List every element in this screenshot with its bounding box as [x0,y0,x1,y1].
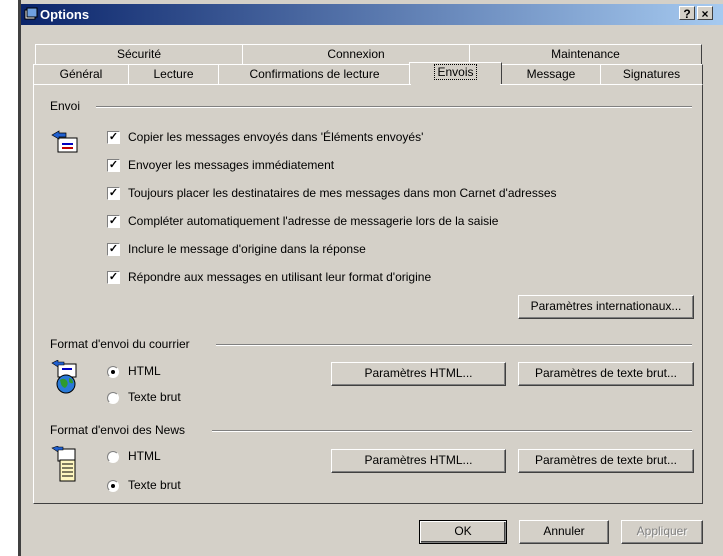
tab-envois-label: Envois [434,64,477,80]
include-original-checkbox[interactable]: ✓ [107,243,120,256]
copy-sent-checkbox[interactable]: ✓ [107,131,120,144]
tab-connexion[interactable]: Connexion [242,44,470,64]
tab-maintenance[interactable]: Maintenance [469,44,702,64]
autocomplete-checkbox[interactable]: ✓ [107,215,120,228]
close-button[interactable]: × [697,6,713,21]
send-immediately-checkbox[interactable]: ✓ [107,159,120,172]
mail-text-label[interactable]: Texte brut [128,390,181,404]
news-html-label[interactable]: HTML [128,449,161,463]
window-title: Options [40,7,90,22]
tab-message[interactable]: Message [501,64,601,84]
tab-joint [411,82,500,85]
mail-html-radio[interactable] [107,366,119,378]
news-format-group-label: Format d'envoi des News [50,423,186,437]
add-recipients-label[interactable]: Toujours placer les destinataires de mes… [128,186,557,200]
tab-lecture[interactable]: Lecture [128,64,219,84]
options-app-icon [24,7,38,20]
mail-globe-icon [51,360,77,394]
background-strip [0,0,20,556]
mail-format-group-label: Format d'envoi du courrier [50,337,190,351]
send-mail-icon [51,130,78,153]
help-button[interactable]: ? [679,6,695,21]
send-immediately-label[interactable]: Envoyer les messages immédiatement [128,158,334,172]
tab-securite[interactable]: Sécurité [35,44,243,64]
tab-general[interactable]: Général [33,64,129,84]
reply-original-format-checkbox[interactable]: ✓ [107,271,120,284]
envoi-group-label: Envoi [50,99,81,113]
news-text-radio[interactable] [107,480,119,492]
mail-format-group-line [216,344,692,346]
autocomplete-label[interactable]: Compléter automatiquement l'adresse de m… [128,214,498,228]
tab-panel [33,84,703,504]
cancel-button[interactable]: Annuler [519,520,609,544]
news-text-settings-button[interactable]: Paramètres de texte brut... [518,449,694,473]
news-html-settings-button[interactable]: Paramètres HTML... [331,449,506,473]
news-document-icon [51,446,76,482]
apply-button[interactable]: Appliquer [621,520,703,544]
add-recipients-checkbox[interactable]: ✓ [107,187,120,200]
mail-html-label[interactable]: HTML [128,364,161,378]
reply-original-format-label[interactable]: Répondre aux messages en utilisant leur … [128,270,431,284]
news-text-label[interactable]: Texte brut [128,478,181,492]
mail-text-radio[interactable] [107,392,119,404]
copy-sent-label[interactable]: Copier les messages envoyés dans 'Élémen… [128,130,423,144]
ok-button[interactable]: OK [419,520,507,544]
envoi-group-line [96,106,692,108]
tab-envois[interactable]: Envois [409,62,502,84]
mail-text-settings-button[interactable]: Paramètres de texte brut... [518,362,694,386]
international-settings-button[interactable]: Paramètres internationaux... [518,295,694,319]
mail-html-settings-button[interactable]: Paramètres HTML... [331,362,506,386]
news-html-radio[interactable] [107,451,119,463]
title-bar[interactable] [21,4,723,25]
tab-signatures[interactable]: Signatures [600,64,703,84]
include-original-label[interactable]: Inclure le message d'origine dans la rép… [128,242,366,256]
tab-confirmations[interactable]: Confirmations de lecture [218,64,411,84]
news-format-group-line [212,430,692,432]
